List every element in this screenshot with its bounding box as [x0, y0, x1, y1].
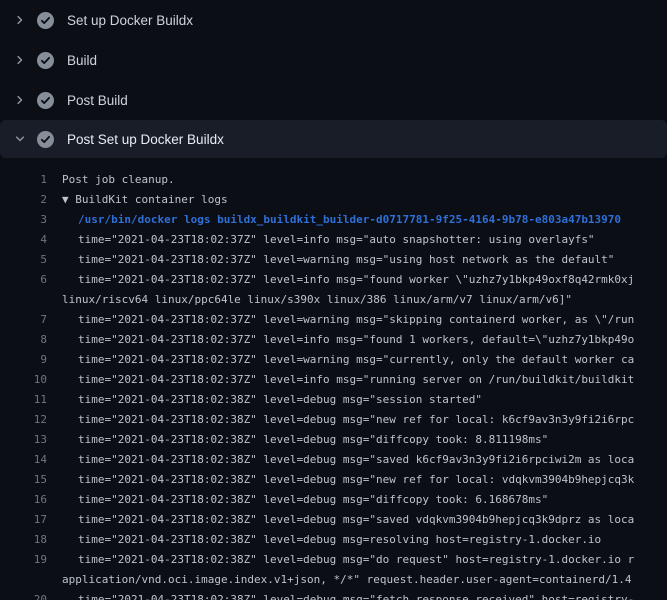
chevron-right-icon — [14, 94, 26, 106]
log-text: time="2021-04-23T18:02:38Z" level=debug … — [78, 450, 634, 470]
chevron-right-icon — [14, 54, 26, 66]
step-header-set-up-docker-buildx[interactable]: Set up Docker Buildx — [0, 0, 667, 40]
log-command-text: /usr/bin/docker logs buildx_buildkit_bui… — [78, 210, 621, 230]
log-line[interactable]: 12 time="2021-04-23T18:02:38Z" level=debu… — [0, 410, 667, 430]
line-number[interactable]: 5 — [0, 250, 47, 270]
log-line[interactable]: 20 time="2021-04-23T18:02:38Z" level=debu… — [0, 590, 667, 600]
line-number[interactable]: 17 — [0, 510, 47, 530]
line-number[interactable]: 20 — [0, 590, 47, 600]
check-circle-icon — [37, 131, 54, 148]
log-line[interactable]: 10 time="2021-04-23T18:02:37Z" level=info… — [0, 370, 667, 390]
log-line[interactable]: 4 time="2021-04-23T18:02:37Z" level=info … — [0, 230, 667, 250]
log-line[interactable]: 8 time="2021-04-23T18:02:37Z" level=info … — [0, 330, 667, 350]
check-circle-icon — [37, 12, 54, 29]
log-text: time="2021-04-23T18:02:37Z" level=warnin… — [78, 250, 614, 270]
log-text: time="2021-04-23T18:02:38Z" level=debug … — [78, 530, 601, 550]
log-line[interactable]: 15 time="2021-04-23T18:02:38Z" level=debu… — [0, 470, 667, 490]
log-line[interactable]: 6 time="2021-04-23T18:02:37Z" level=info … — [0, 270, 667, 290]
line-number[interactable]: 18 — [0, 530, 47, 550]
workflow-log-viewer: Set up Docker Buildx Build Post Build Post … — [0, 0, 667, 600]
log-line-wrap[interactable]: application/vnd.oci.image.index.v1+json,… — [0, 570, 667, 590]
line-number — [0, 290, 47, 310]
line-number[interactable]: 11 — [0, 390, 47, 410]
line-number[interactable]: 14 — [0, 450, 47, 470]
line-number[interactable]: 2 — [0, 190, 47, 210]
log-text: application/vnd.oci.image.index.v1+json,… — [62, 570, 632, 590]
step-title: Set up Docker Buildx — [67, 13, 193, 28]
log-line[interactable]: 9 time="2021-04-23T18:02:37Z" level=warni… — [0, 350, 667, 370]
line-number[interactable]: 12 — [0, 410, 47, 430]
log-group-toggle-text[interactable]: ▼ BuildKit container logs — [62, 190, 228, 210]
log-text: time="2021-04-23T18:02:38Z" level=debug … — [78, 550, 634, 570]
line-number[interactable]: 4 — [0, 230, 47, 250]
log-text: time="2021-04-23T18:02:37Z" level=warnin… — [78, 350, 634, 370]
log-text: time="2021-04-23T18:02:38Z" level=debug … — [78, 390, 482, 410]
chevron-right-icon — [14, 14, 26, 26]
log-text: time="2021-04-23T18:02:38Z" level=debug … — [78, 430, 548, 450]
log-line[interactable]: 5 time="2021-04-23T18:02:37Z" level=warni… — [0, 250, 667, 270]
line-number[interactable]: 9 — [0, 350, 47, 370]
log-text: time="2021-04-23T18:02:37Z" level=info m… — [78, 370, 634, 390]
line-number[interactable]: 16 — [0, 490, 47, 510]
line-number[interactable]: 7 — [0, 310, 47, 330]
line-number[interactable]: 8 — [0, 330, 47, 350]
check-circle-icon — [37, 52, 54, 69]
line-number — [0, 570, 47, 590]
step-header-post-build[interactable]: Post Build — [0, 80, 667, 120]
line-number[interactable]: 10 — [0, 370, 47, 390]
log-line[interactable]: 18 time="2021-04-23T18:02:38Z" level=debu… — [0, 530, 667, 550]
log-line[interactable]: 1 Post job cleanup. — [0, 170, 667, 190]
log-text: time="2021-04-23T18:02:37Z" level=info m… — [78, 230, 595, 250]
log-text: linux/riscv64 linux/ppc64le linux/s390x … — [62, 290, 572, 310]
chevron-down-icon — [14, 133, 26, 145]
log-text: Post job cleanup. — [62, 170, 175, 190]
log-line[interactable]: 7 time="2021-04-23T18:02:37Z" level=warni… — [0, 310, 667, 330]
log-text: time="2021-04-23T18:02:38Z" level=debug … — [78, 470, 634, 490]
log-line[interactable]: 13 time="2021-04-23T18:02:38Z" level=debu… — [0, 430, 667, 450]
log-text: time="2021-04-23T18:02:37Z" level=warnin… — [78, 310, 634, 330]
log-line[interactable]: 17 time="2021-04-23T18:02:38Z" level=debu… — [0, 510, 667, 530]
log-line[interactable]: 14 time="2021-04-23T18:02:38Z" level=debu… — [0, 450, 667, 470]
line-number[interactable]: 13 — [0, 430, 47, 450]
step-list: Set up Docker Buildx Build Post Build Post … — [0, 0, 667, 158]
log-text: time="2021-04-23T18:02:38Z" level=debug … — [78, 490, 548, 510]
line-number[interactable]: 19 — [0, 550, 47, 570]
line-number[interactable]: 15 — [0, 470, 47, 490]
log-text: time="2021-04-23T18:02:38Z" level=debug … — [78, 590, 634, 600]
log-line[interactable]: 3/usr/bin/docker logs buildx_buildkit_bu… — [0, 210, 667, 230]
line-number[interactable]: 6 — [0, 270, 47, 290]
check-circle-icon — [37, 92, 54, 109]
step-header-post-set-up-docker-buildx[interactable]: Post Set up Docker Buildx — [0, 120, 667, 158]
step-title: Post Build — [67, 93, 128, 108]
log-text: time="2021-04-23T18:02:38Z" level=debug … — [78, 510, 634, 530]
step-title: Build — [67, 53, 97, 68]
log-text: time="2021-04-23T18:02:37Z" level=info m… — [78, 270, 634, 290]
step-title: Post Set up Docker Buildx — [67, 132, 224, 147]
log-line[interactable]: 2 ▼ BuildKit container logs — [0, 190, 667, 210]
log-line-wrap[interactable]: linux/riscv64 linux/ppc64le linux/s390x … — [0, 290, 667, 310]
log-line[interactable]: 11 time="2021-04-23T18:02:38Z" level=debu… — [0, 390, 667, 410]
step-header-build[interactable]: Build — [0, 40, 667, 80]
log-lines: 1 Post job cleanup. 2 ▼ BuildKit container … — [0, 158, 667, 600]
log-text: time="2021-04-23T18:02:37Z" level=info m… — [78, 330, 634, 350]
line-number[interactable]: 3 — [0, 210, 47, 230]
line-number[interactable]: 1 — [0, 170, 47, 190]
log-line[interactable]: 16 time="2021-04-23T18:02:38Z" level=debu… — [0, 490, 667, 510]
log-text: time="2021-04-23T18:02:38Z" level=debug … — [78, 410, 634, 430]
log-line[interactable]: 19 time="2021-04-23T18:02:38Z" level=debu… — [0, 550, 667, 570]
